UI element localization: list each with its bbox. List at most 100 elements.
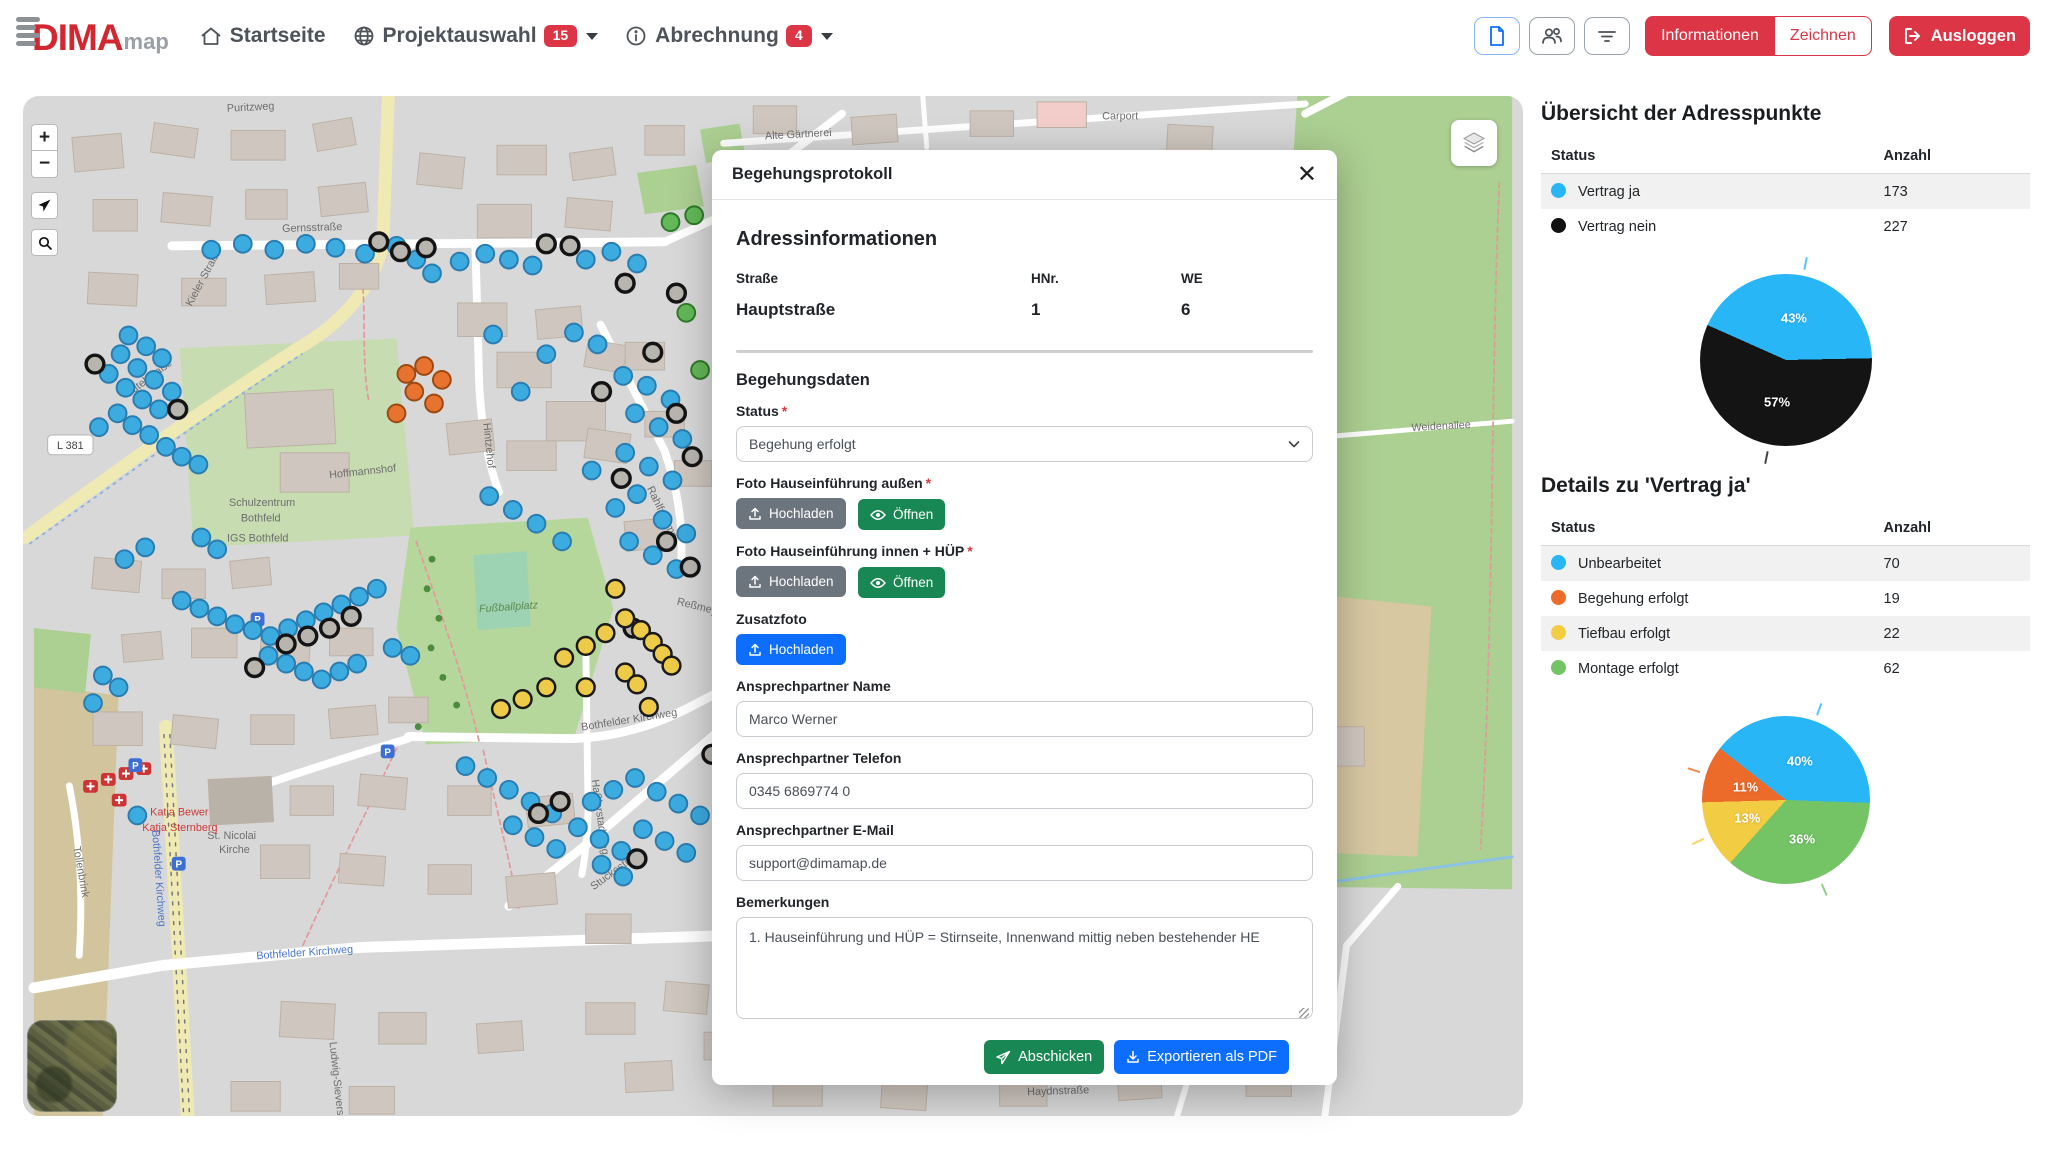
open-photo1-button[interactable]: Öffnen (858, 499, 945, 530)
remarks-textarea[interactable]: 1. Hauseinführung und HÜP = Stirnseite, … (736, 917, 1313, 1019)
address-point-blue[interactable] (500, 251, 518, 269)
address-point-blue[interactable] (173, 448, 191, 466)
nav-item-projektauswahl[interactable]: Projektauswahl 15 (352, 24, 599, 48)
address-point-green[interactable] (685, 206, 703, 224)
address-point-yellow[interactable] (577, 637, 595, 655)
export-pdf-button[interactable]: Exportieren als PDF (1114, 1040, 1289, 1074)
address-point-blue[interactable] (654, 511, 672, 529)
address-point-blue[interactable] (670, 795, 688, 813)
address-point-blue[interactable] (664, 471, 682, 489)
address-point-black[interactable] (668, 404, 686, 422)
address-point-blue[interactable] (606, 499, 624, 517)
upload-photo1-button[interactable]: Hochladen (736, 498, 846, 529)
address-point-blue[interactable] (614, 868, 632, 886)
address-point-black[interactable] (537, 235, 555, 253)
layers-button[interactable] (1451, 120, 1497, 166)
address-point-blue[interactable] (90, 418, 108, 436)
address-point-green[interactable] (677, 304, 695, 322)
address-point-blue[interactable] (626, 769, 644, 787)
address-point-blue[interactable] (569, 818, 587, 836)
status-select[interactable]: Begehung erfolgt (736, 426, 1313, 462)
upload-zusatzfoto-button[interactable]: Hochladen (736, 634, 846, 665)
address-point-blue[interactable] (504, 816, 522, 834)
address-point-black[interactable] (561, 237, 579, 255)
address-point-blue[interactable] (673, 430, 691, 448)
nav-item-startseite[interactable]: Startseite (199, 24, 326, 48)
address-point-blue[interactable] (116, 550, 134, 568)
address-point-blue[interactable] (297, 235, 315, 253)
address-point-blue[interactable] (157, 438, 175, 456)
address-point-black[interactable] (370, 233, 388, 251)
address-point-blue[interactable] (583, 793, 601, 811)
address-point-blue[interactable] (656, 832, 674, 850)
address-point-blue[interactable] (524, 257, 542, 275)
zoom-in-button[interactable]: + (31, 124, 58, 151)
address-point-blue[interactable] (128, 359, 146, 377)
app-logo[interactable]: DIMA map (16, 17, 169, 56)
address-point-orange[interactable] (398, 365, 416, 383)
address-point-blue[interactable] (591, 830, 609, 848)
address-point-blue[interactable] (553, 533, 571, 551)
address-point-blue[interactable] (331, 663, 349, 681)
address-point-yellow[interactable] (606, 580, 624, 598)
address-point-blue[interactable] (603, 243, 621, 261)
address-point-blue[interactable] (244, 621, 262, 639)
address-point-black[interactable] (86, 355, 104, 373)
address-point-blue[interactable] (644, 546, 662, 564)
address-point-black[interactable] (616, 274, 634, 292)
address-point-blue[interactable] (120, 327, 138, 345)
open-photo2-button[interactable]: Öffnen (858, 567, 945, 598)
address-point-yellow[interactable] (555, 649, 573, 667)
address-point-blue[interactable] (677, 844, 695, 862)
address-point-black[interactable] (681, 558, 699, 576)
address-point-blue[interactable] (528, 515, 546, 533)
address-point-blue[interactable] (277, 655, 295, 673)
address-point-black[interactable] (658, 533, 676, 551)
address-point-blue[interactable] (208, 607, 226, 625)
name-input[interactable] (736, 701, 1313, 737)
address-point-yellow[interactable] (628, 675, 646, 693)
address-point-blue[interactable] (451, 253, 469, 271)
address-point-blue[interactable] (583, 462, 601, 480)
address-point-blue[interactable] (140, 426, 158, 444)
address-point-blue[interactable] (640, 458, 658, 476)
address-point-blue[interactable] (620, 533, 638, 551)
address-point-yellow[interactable] (577, 678, 595, 696)
address-point-blue[interactable] (208, 540, 226, 558)
address-point-blue[interactable] (133, 391, 151, 409)
address-point-blue[interactable] (604, 781, 622, 799)
address-point-blue[interactable] (526, 828, 544, 846)
address-point-blue[interactable] (547, 840, 565, 858)
address-point-blue[interactable] (484, 326, 502, 344)
address-point-blue[interactable] (150, 401, 168, 419)
address-point-black[interactable] (321, 619, 339, 637)
address-point-blue[interactable] (191, 600, 209, 618)
address-point-orange[interactable] (425, 395, 443, 413)
address-point-black[interactable] (593, 383, 611, 401)
address-point-blue[interactable] (313, 671, 331, 689)
address-point-black[interactable] (417, 239, 435, 257)
address-point-orange[interactable] (415, 357, 433, 375)
address-point-blue[interactable] (480, 487, 498, 505)
address-point-blue[interactable] (234, 235, 252, 253)
address-point-orange[interactable] (433, 371, 451, 389)
address-point-blue[interactable] (423, 265, 441, 283)
address-point-blue[interactable] (350, 588, 368, 606)
address-point-blue[interactable] (190, 456, 208, 474)
address-point-yellow[interactable] (663, 657, 681, 675)
address-point-black[interactable] (530, 805, 548, 823)
address-point-blue[interactable] (677, 525, 695, 543)
address-point-blue[interactable] (137, 337, 155, 355)
informationen-button[interactable]: Informationen (1645, 16, 1775, 56)
address-point-black[interactable] (299, 627, 317, 645)
address-point-blue[interactable] (648, 783, 666, 801)
address-point-blue[interactable] (202, 241, 220, 259)
address-point-orange[interactable] (405, 383, 423, 401)
address-point-blue[interactable] (638, 377, 656, 395)
address-point-yellow[interactable] (616, 609, 634, 627)
document-tool-button[interactable] (1474, 17, 1520, 55)
address-point-blue[interactable] (616, 444, 634, 462)
address-point-blue[interactable] (173, 592, 191, 610)
address-point-blue[interactable] (117, 379, 135, 397)
address-point-blue[interactable] (136, 538, 154, 556)
